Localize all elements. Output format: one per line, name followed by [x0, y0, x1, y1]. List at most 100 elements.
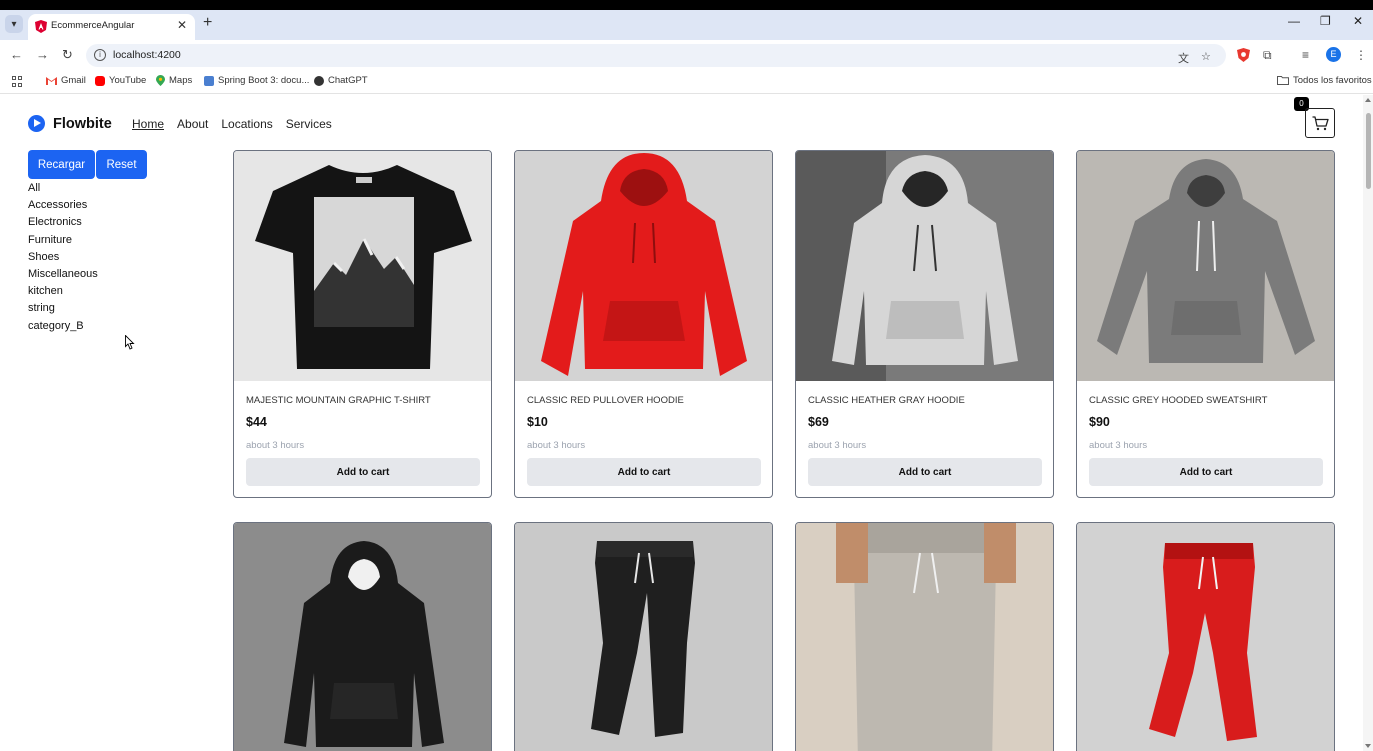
product-image[interactable]	[1077, 151, 1334, 381]
cart-icon	[1312, 115, 1329, 130]
scroll-up-icon[interactable]	[1365, 98, 1371, 102]
product-image[interactable]	[234, 523, 491, 751]
product-image[interactable]	[1077, 523, 1334, 751]
mouse-cursor-icon	[125, 335, 135, 350]
category-shoes[interactable]: Shoes	[28, 249, 98, 266]
product-time: about 3 hours	[246, 440, 305, 451]
bookmark-label: ChatGPT	[328, 75, 368, 86]
brand-name: Flowbite	[53, 115, 112, 132]
product-title[interactable]: Majestic Mountain Graphic T-Shirt	[246, 395, 431, 406]
light-gray-joggers-image	[796, 523, 1053, 751]
bookmark-label: Gmail	[61, 75, 86, 86]
bookmark-label: Spring Boot 3: docu...	[218, 75, 310, 86]
new-tab-icon[interactable]: +	[203, 14, 212, 32]
tab-close-icon[interactable]: ✕	[177, 18, 187, 32]
product-image[interactable]	[515, 523, 772, 751]
bookmark-gmail[interactable]: Gmail	[46, 75, 86, 86]
profile-avatar[interactable]: E	[1326, 47, 1341, 62]
product-time: about 3 hours	[808, 440, 867, 451]
category-miscellaneous[interactable]: Miscellaneous	[28, 266, 98, 283]
tab-strip: ▾ EcommerceAngular ✕ + — ❐ ✕	[0, 10, 1373, 40]
folder-icon	[1277, 76, 1289, 85]
restore-icon[interactable]: ❐	[1320, 14, 1331, 28]
media-playlist-icon[interactable]: ≡	[1302, 48, 1309, 62]
tab-title: EcommerceAngular	[51, 20, 135, 31]
bookmarks-bar: Gmail YouTube Maps Spring Boot 3: docu..…	[0, 70, 1373, 94]
product-card: Classic Grey Hooded Sweatshirt $90 about…	[1076, 150, 1335, 498]
filter-buttons: Recargar Reset	[28, 150, 147, 179]
product-image[interactable]	[515, 151, 772, 381]
product-image[interactable]	[234, 151, 491, 381]
active-tab[interactable]: EcommerceAngular ✕	[28, 14, 195, 40]
add-to-cart-button[interactable]: Add to cart	[246, 458, 480, 486]
product-time: about 3 hours	[527, 440, 586, 451]
grey-sweatshirt-image	[1077, 151, 1334, 381]
angular-icon	[35, 20, 47, 33]
add-to-cart-button[interactable]: Add to cart	[527, 458, 761, 486]
apps-icon[interactable]	[12, 76, 23, 87]
main-nav: Home About Locations Services	[132, 117, 332, 131]
cart-button[interactable]	[1305, 108, 1335, 138]
maps-pin-icon	[156, 75, 165, 86]
product-image[interactable]	[796, 151, 1053, 381]
bookmark-youtube[interactable]: YouTube	[95, 75, 146, 86]
product-price: $69	[808, 415, 829, 429]
product-title[interactable]: Classic Red Pullover Hoodie	[527, 395, 684, 406]
category-furniture[interactable]: Furniture	[28, 232, 98, 249]
reset-button[interactable]: Reset	[96, 150, 147, 179]
category-accessories[interactable]: Accessories	[28, 197, 98, 214]
product-price: $44	[246, 415, 267, 429]
window-close-icon[interactable]: ✕	[1353, 14, 1363, 28]
category-kitchen[interactable]: kitchen	[28, 283, 98, 300]
scroll-down-icon[interactable]	[1365, 744, 1371, 748]
category-list: All Accessories Electronics Furniture Sh…	[28, 180, 98, 335]
site-info-icon[interactable]: i	[94, 49, 106, 61]
forward-icon[interactable]: →	[36, 47, 49, 62]
gmail-icon	[46, 77, 57, 85]
extensions-icon[interactable]: ⧉	[1263, 48, 1272, 63]
bookmark-chatgpt[interactable]: ChatGPT	[314, 75, 368, 86]
product-card: Classic Red Pullover Hoodie $10 about 3 …	[514, 150, 773, 498]
red-hoodie-image	[515, 151, 772, 381]
add-to-cart-button[interactable]: Add to cart	[808, 458, 1042, 486]
nav-locations[interactable]: Locations	[221, 117, 272, 131]
bookmark-label: Maps	[169, 75, 193, 86]
all-bookmarks-folder[interactable]: Todos los favoritos	[1277, 75, 1372, 86]
back-icon[interactable]: ←	[10, 47, 23, 62]
web-page: Flowbite Home About Locations Services 0…	[0, 95, 1373, 751]
nav-services[interactable]: Services	[286, 117, 332, 131]
nav-about[interactable]: About	[177, 117, 208, 131]
product-card: Classic Heather Gray Hoodie $69 about 3 …	[795, 150, 1054, 498]
bookmark-star-icon[interactable]: ☆	[1201, 50, 1211, 63]
scroll-thumb[interactable]	[1366, 113, 1371, 189]
recargar-button[interactable]: Recargar	[28, 150, 95, 179]
menu-icon[interactable]: ⋮	[1355, 48, 1367, 62]
bookmark-spring[interactable]: Spring Boot 3: docu...	[204, 75, 309, 86]
tab-search-button[interactable]: ▾	[5, 15, 23, 33]
category-b[interactable]: category_B	[28, 318, 98, 335]
add-to-cart-button[interactable]: Add to cart	[1089, 458, 1323, 486]
reload-icon[interactable]: ↻	[62, 47, 73, 63]
youtube-icon	[95, 75, 105, 86]
product-price: $90	[1089, 415, 1110, 429]
minimize-icon[interactable]: —	[1288, 14, 1300, 28]
product-card: Majestic Mountain Graphic T-Shirt $44 ab…	[233, 150, 492, 498]
category-all[interactable]: All	[28, 180, 98, 197]
category-string[interactable]: string	[28, 300, 98, 317]
product-image[interactable]	[796, 523, 1053, 751]
black-hoodie-image	[234, 523, 491, 751]
nav-home[interactable]: Home	[132, 117, 164, 131]
product-card	[1076, 522, 1335, 751]
bookmark-label: Todos los favoritos	[1293, 75, 1372, 86]
translate-icon[interactable]: ⽂	[1178, 50, 1189, 66]
bookmark-maps[interactable]: Maps	[156, 75, 192, 86]
red-joggers-image	[1077, 523, 1334, 751]
product-card	[233, 522, 492, 751]
page-scrollbar[interactable]	[1363, 95, 1373, 751]
url-bar[interactable]: i localhost:4200 ⽂ ☆	[86, 44, 1226, 67]
brave-shield-icon[interactable]	[1237, 48, 1250, 62]
product-title[interactable]: Classic Heather Gray Hoodie	[808, 395, 965, 406]
brand[interactable]: Flowbite	[28, 115, 112, 132]
category-electronics[interactable]: Electronics	[28, 214, 98, 231]
product-title[interactable]: Classic Grey Hooded Sweatshirt	[1089, 395, 1267, 406]
